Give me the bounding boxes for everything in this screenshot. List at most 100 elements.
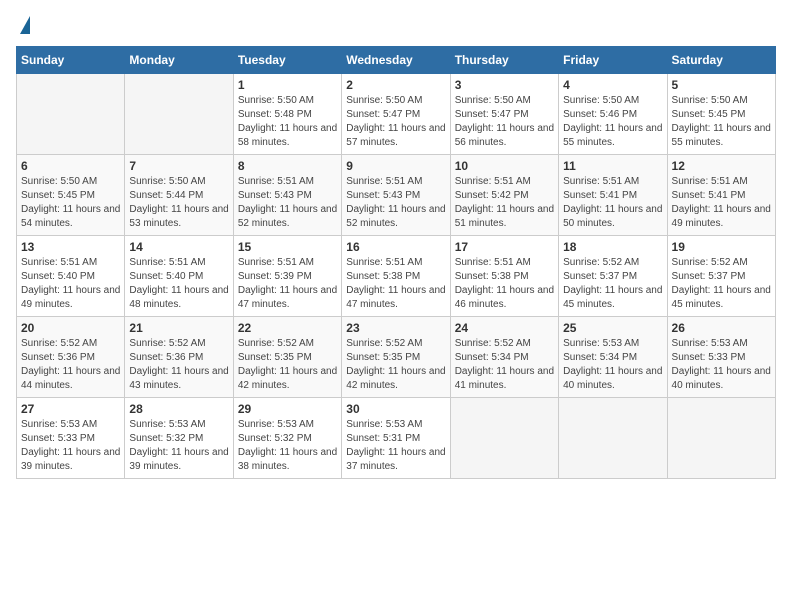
- day-info: Sunrise: 5:50 AMSunset: 5:47 PMDaylight:…: [346, 94, 445, 150]
- day-number: 5: [672, 78, 771, 92]
- page-header: [16, 16, 776, 34]
- weekday-header: Tuesday: [233, 47, 341, 74]
- day-number: 11: [563, 159, 662, 173]
- calendar-cell: 29 Sunrise: 5:53 AMSunset: 5:32 PMDayligh…: [233, 398, 341, 479]
- calendar-cell: 20 Sunrise: 5:52 AMSunset: 5:36 PMDayligh…: [17, 317, 125, 398]
- calendar-cell: 23Sunrise: 5:52 AMSunset: 5:35 PMDayligh…: [342, 317, 450, 398]
- day-info: Sunrise: 5:52 AMSunset: 5:36 PMDaylight:…: [129, 337, 228, 393]
- calendar-cell: 14 Sunrise: 5:51 AMSunset: 5:40 PMDayligh…: [125, 236, 233, 317]
- day-number: 29: [238, 402, 337, 416]
- calendar-week-row: 13 Sunrise: 5:51 AMSunset: 5:40 PMDayligh…: [17, 236, 776, 317]
- day-info: Sunrise: 5:51 AMSunset: 5:41 PMDaylight:…: [563, 175, 662, 231]
- calendar-cell: 3 Sunrise: 5:50 AMSunset: 5:47 PMDaylight…: [450, 74, 558, 155]
- day-info: Sunrise: 5:53 AMSunset: 5:31 PMDaylight:…: [346, 418, 445, 474]
- day-number: 14: [129, 240, 228, 254]
- weekday-header: Sunday: [17, 47, 125, 74]
- calendar-cell: [17, 74, 125, 155]
- day-number: 10: [455, 159, 554, 173]
- calendar-cell: 12Sunrise: 5:51 AMSunset: 5:41 PMDayligh…: [667, 155, 775, 236]
- calendar-cell: 1 Sunrise: 5:50 AMSunset: 5:48 PMDaylight…: [233, 74, 341, 155]
- calendar-cell: 28Sunrise: 5:53 AMSunset: 5:32 PMDayligh…: [125, 398, 233, 479]
- calendar-cell: 6 Sunrise: 5:50 AMSunset: 5:45 PMDaylight…: [17, 155, 125, 236]
- day-info: Sunrise: 5:52 AMSunset: 5:37 PMDaylight:…: [672, 256, 771, 312]
- calendar-cell: 2 Sunrise: 5:50 AMSunset: 5:47 PMDaylight…: [342, 74, 450, 155]
- calendar-cell: [125, 74, 233, 155]
- calendar-table: SundayMondayTuesdayWednesdayThursdayFrid…: [16, 46, 776, 479]
- day-info: Sunrise: 5:51 AMSunset: 5:39 PMDaylight:…: [238, 256, 337, 312]
- day-info: Sunrise: 5:53 AMSunset: 5:32 PMDaylight:…: [238, 418, 337, 474]
- day-info: Sunrise: 5:53 AMSunset: 5:33 PMDaylight:…: [21, 418, 120, 474]
- calendar-cell: 10 Sunrise: 5:51 AMSunset: 5:42 PMDayligh…: [450, 155, 558, 236]
- day-info: Sunrise: 5:51 AMSunset: 5:38 PMDaylight:…: [346, 256, 445, 312]
- logo: [16, 16, 30, 34]
- day-number: 4: [563, 78, 662, 92]
- day-info: Sunrise: 5:51 AMSunset: 5:40 PMDaylight:…: [129, 256, 228, 312]
- day-info: Sunrise: 5:50 AMSunset: 5:45 PMDaylight:…: [672, 94, 771, 150]
- day-number: 30: [346, 402, 445, 416]
- day-info: Sunrise: 5:51 AMSunset: 5:41 PMDaylight:…: [672, 175, 771, 231]
- day-number: 22: [238, 321, 337, 335]
- calendar-week-row: 20 Sunrise: 5:52 AMSunset: 5:36 PMDayligh…: [17, 317, 776, 398]
- day-number: 3: [455, 78, 554, 92]
- day-number: 15: [238, 240, 337, 254]
- calendar-cell: 15 Sunrise: 5:51 AMSunset: 5:39 PMDayligh…: [233, 236, 341, 317]
- logo-triangle-icon: [20, 16, 30, 34]
- calendar-cell: 9 Sunrise: 5:51 AMSunset: 5:43 PMDaylight…: [342, 155, 450, 236]
- day-number: 1: [238, 78, 337, 92]
- calendar-cell: [559, 398, 667, 479]
- calendar-cell: 18Sunrise: 5:52 AMSunset: 5:37 PMDayligh…: [559, 236, 667, 317]
- day-info: Sunrise: 5:50 AMSunset: 5:46 PMDaylight:…: [563, 94, 662, 150]
- day-info: Sunrise: 5:52 AMSunset: 5:36 PMDaylight:…: [21, 337, 120, 393]
- day-info: Sunrise: 5:52 AMSunset: 5:35 PMDaylight:…: [346, 337, 445, 393]
- day-number: 24: [455, 321, 554, 335]
- calendar-cell: 13 Sunrise: 5:51 AMSunset: 5:40 PMDayligh…: [17, 236, 125, 317]
- day-number: 2: [346, 78, 445, 92]
- calendar-cell: [450, 398, 558, 479]
- day-info: Sunrise: 5:50 AMSunset: 5:44 PMDaylight:…: [129, 175, 228, 231]
- calendar-cell: 8 Sunrise: 5:51 AMSunset: 5:43 PMDaylight…: [233, 155, 341, 236]
- calendar-cell: 5 Sunrise: 5:50 AMSunset: 5:45 PMDaylight…: [667, 74, 775, 155]
- day-number: 6: [21, 159, 120, 173]
- day-info: Sunrise: 5:52 AMSunset: 5:35 PMDaylight:…: [238, 337, 337, 393]
- calendar-cell: 19 Sunrise: 5:52 AMSunset: 5:37 PMDayligh…: [667, 236, 775, 317]
- calendar-cell: 16 Sunrise: 5:51 AMSunset: 5:38 PMDayligh…: [342, 236, 450, 317]
- day-info: Sunrise: 5:51 AMSunset: 5:42 PMDaylight:…: [455, 175, 554, 231]
- day-info: Sunrise: 5:50 AMSunset: 5:45 PMDaylight:…: [21, 175, 120, 231]
- day-number: 13: [21, 240, 120, 254]
- day-number: 9: [346, 159, 445, 173]
- day-info: Sunrise: 5:51 AMSunset: 5:38 PMDaylight:…: [455, 256, 554, 312]
- day-number: 17: [455, 240, 554, 254]
- day-info: Sunrise: 5:52 AMSunset: 5:34 PMDaylight:…: [455, 337, 554, 393]
- day-info: Sunrise: 5:51 AMSunset: 5:43 PMDaylight:…: [238, 175, 337, 231]
- weekday-header: Wednesday: [342, 47, 450, 74]
- day-info: Sunrise: 5:51 AMSunset: 5:43 PMDaylight:…: [346, 175, 445, 231]
- day-number: 20: [21, 321, 120, 335]
- day-number: 8: [238, 159, 337, 173]
- calendar-cell: 21Sunrise: 5:52 AMSunset: 5:36 PMDayligh…: [125, 317, 233, 398]
- day-number: 25: [563, 321, 662, 335]
- day-number: 18: [563, 240, 662, 254]
- day-number: 7: [129, 159, 228, 173]
- calendar-week-row: 27Sunrise: 5:53 AMSunset: 5:33 PMDayligh…: [17, 398, 776, 479]
- calendar-week-row: 6 Sunrise: 5:50 AMSunset: 5:45 PMDaylight…: [17, 155, 776, 236]
- day-info: Sunrise: 5:53 AMSunset: 5:33 PMDaylight:…: [672, 337, 771, 393]
- calendar-cell: 25 Sunrise: 5:53 AMSunset: 5:34 PMDayligh…: [559, 317, 667, 398]
- calendar-cell: 7 Sunrise: 5:50 AMSunset: 5:44 PMDaylight…: [125, 155, 233, 236]
- day-info: Sunrise: 5:50 AMSunset: 5:47 PMDaylight:…: [455, 94, 554, 150]
- weekday-header: Friday: [559, 47, 667, 74]
- calendar-cell: 24 Sunrise: 5:52 AMSunset: 5:34 PMDayligh…: [450, 317, 558, 398]
- day-info: Sunrise: 5:53 AMSunset: 5:32 PMDaylight:…: [129, 418, 228, 474]
- day-number: 16: [346, 240, 445, 254]
- day-info: Sunrise: 5:53 AMSunset: 5:34 PMDaylight:…: [563, 337, 662, 393]
- calendar-cell: 27Sunrise: 5:53 AMSunset: 5:33 PMDayligh…: [17, 398, 125, 479]
- calendar-cell: 30 Sunrise: 5:53 AMSunset: 5:31 PMDayligh…: [342, 398, 450, 479]
- calendar-header-row: SundayMondayTuesdayWednesdayThursdayFrid…: [17, 47, 776, 74]
- weekday-header: Monday: [125, 47, 233, 74]
- calendar-cell: [667, 398, 775, 479]
- day-info: Sunrise: 5:50 AMSunset: 5:48 PMDaylight:…: [238, 94, 337, 150]
- day-number: 19: [672, 240, 771, 254]
- day-number: 26: [672, 321, 771, 335]
- weekday-header: Thursday: [450, 47, 558, 74]
- calendar-cell: 26 Sunrise: 5:53 AMSunset: 5:33 PMDayligh…: [667, 317, 775, 398]
- day-info: Sunrise: 5:51 AMSunset: 5:40 PMDaylight:…: [21, 256, 120, 312]
